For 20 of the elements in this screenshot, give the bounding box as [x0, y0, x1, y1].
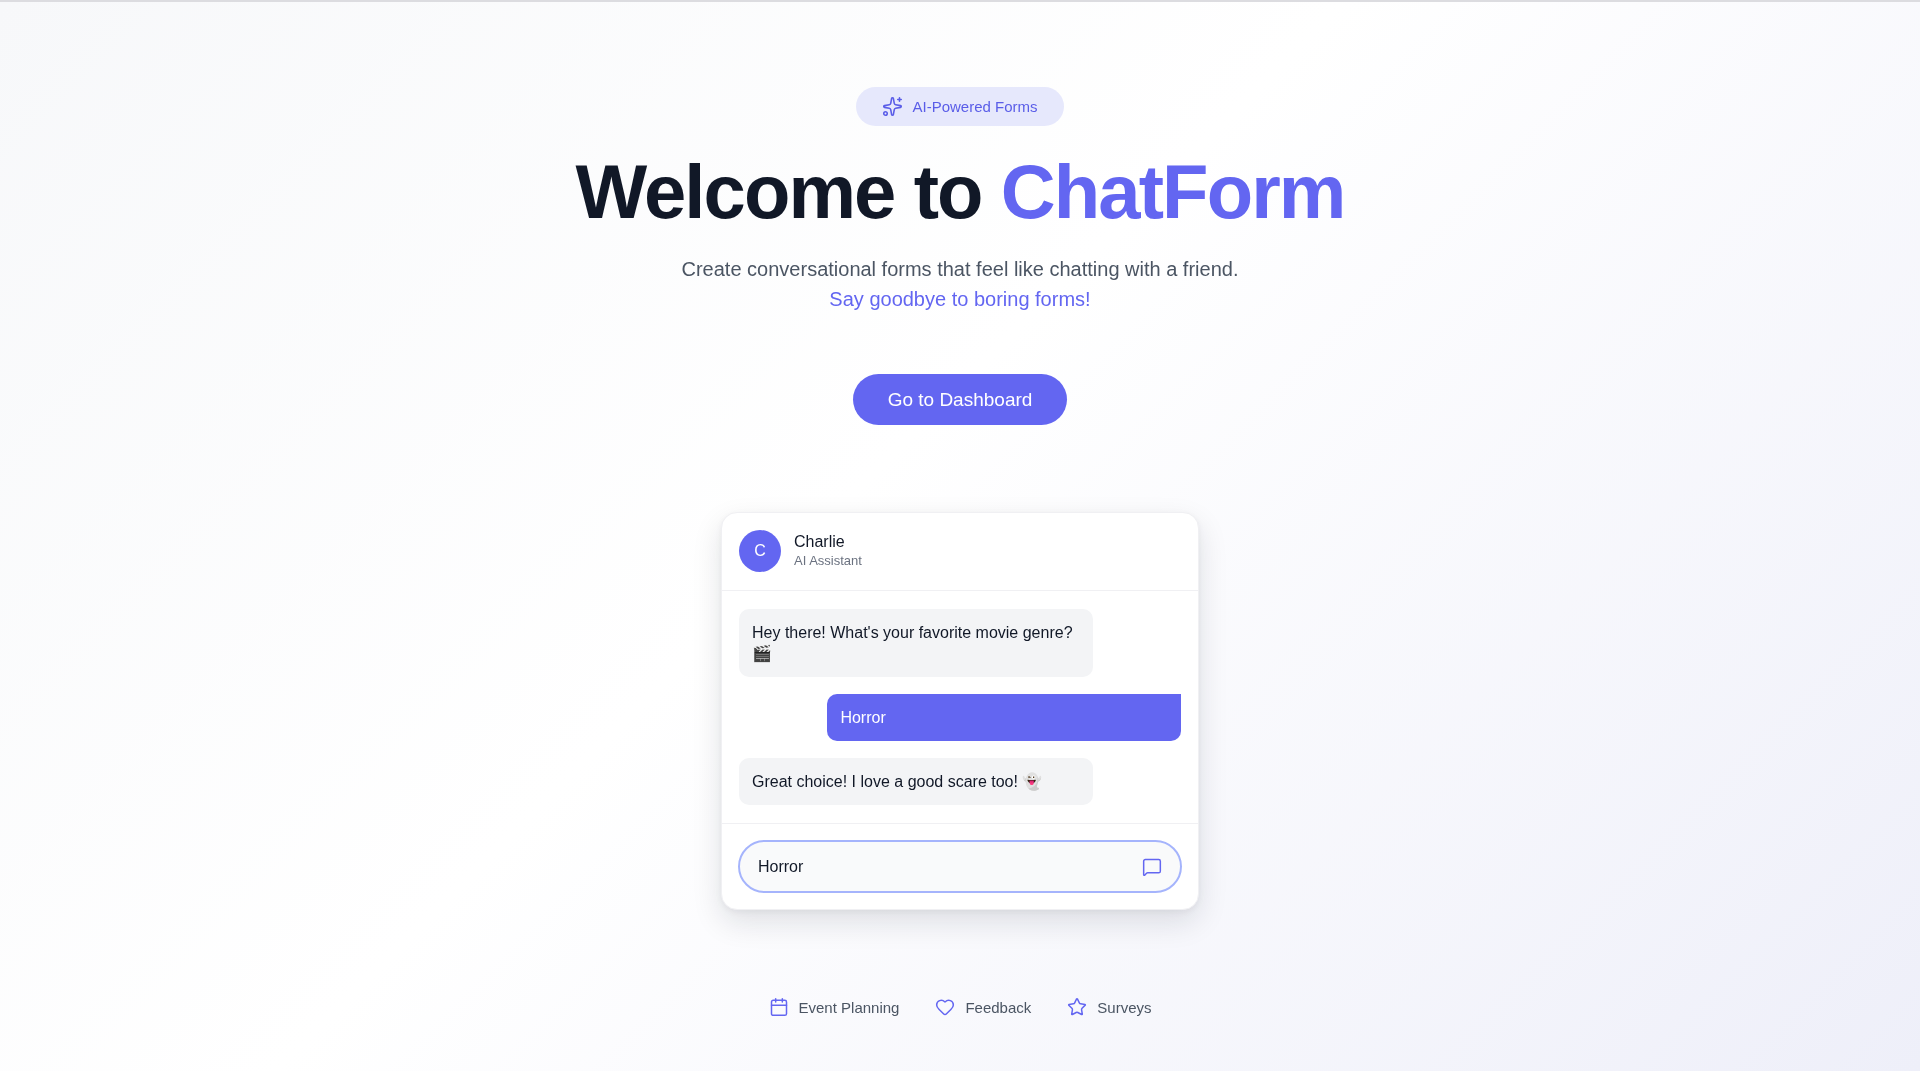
star-icon	[1067, 997, 1088, 1017]
badge-label: AI-Powered Forms	[912, 98, 1038, 115]
dashboard-button[interactable]: Go to Dashboard	[852, 374, 1068, 425]
assistant-name: Charlie	[794, 532, 846, 552]
subtitle: Create conversational forms that feel like chatting with a friend.	[681, 257, 1239, 282]
message-input[interactable]: Horror	[738, 840, 1182, 893]
bot-message: Hey there! What's your favorite movie genre? 🎬	[739, 609, 1093, 677]
sparkle-icon	[882, 96, 904, 117]
feature-label: Event Planning	[798, 998, 900, 1016]
avatar: C	[739, 530, 781, 572]
assistant-role: AI Assistant	[794, 552, 862, 570]
heart-icon	[935, 997, 956, 1017]
feature-label: Surveys	[1097, 998, 1152, 1016]
user-message: Horror	[827, 694, 1181, 741]
page-title: Welcome to ChatForm	[575, 150, 1345, 234]
calendar-icon	[768, 997, 789, 1017]
speech-bubble-icon	[1142, 856, 1162, 877]
bot-message: Great choice! I love a good scare too! 👻	[739, 758, 1093, 805]
tagline: Say goodbye to boring forms!	[829, 287, 1091, 312]
feature-label: Feedback	[965, 998, 1032, 1016]
